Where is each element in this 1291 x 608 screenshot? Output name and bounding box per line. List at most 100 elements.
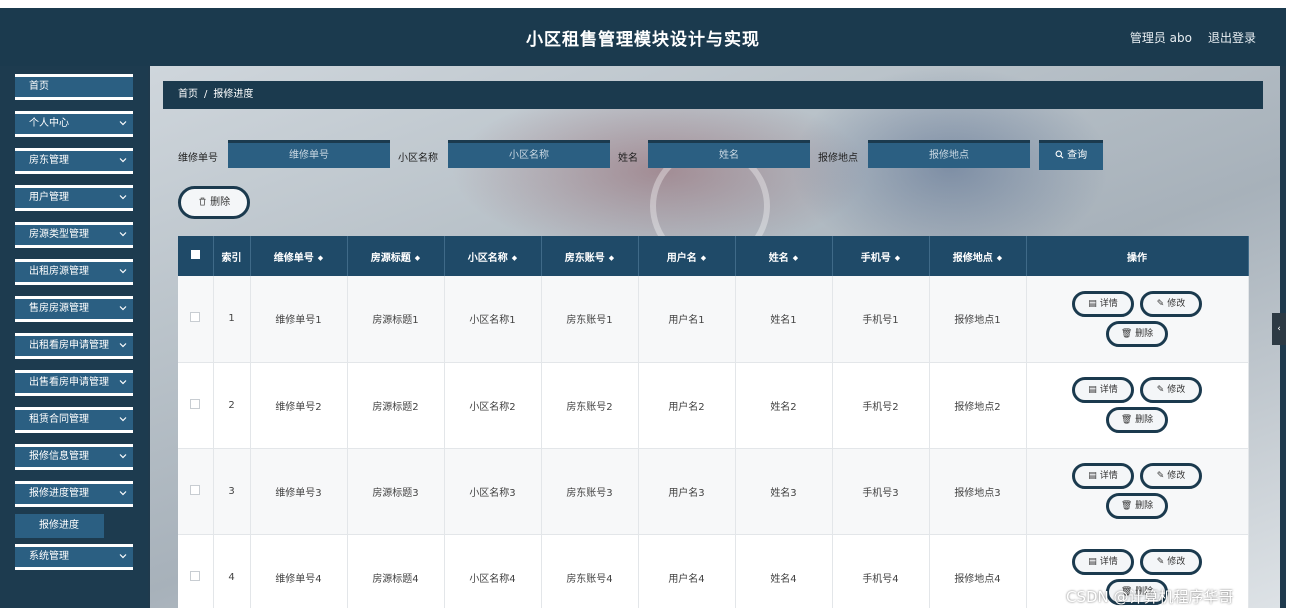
cell-index: 3 [213, 448, 251, 535]
delete-button[interactable]: 🗑 删除 [1106, 493, 1168, 519]
sidebar-item-rental-listings[interactable]: 出租房源管理 [15, 259, 133, 285]
sidebar-item-sale-viewing[interactable]: 出售看房申请管理 [15, 370, 133, 396]
sidebar-item-rental-viewing[interactable]: 出租看房申请管理 [15, 333, 133, 359]
watermark-text: CSDN @计算机程序华哥 [1066, 588, 1234, 606]
column-header-title[interactable]: 房源标题 ◆ [347, 236, 445, 276]
edit-button[interactable]: ✎ 修改 [1140, 549, 1202, 575]
cell-community: 小区名称4 [444, 534, 542, 608]
sidebar-item-label: 房源类型管理 [29, 229, 89, 240]
column-header-landlord[interactable]: 房东账号 ◆ [541, 236, 639, 276]
cell-username: 用户名3 [638, 448, 736, 535]
sort-icon[interactable]: ◆ [793, 254, 798, 262]
header-select-all[interactable] [178, 236, 214, 276]
doc-icon: ▤ [1088, 298, 1097, 309]
cell-index: 4 [213, 534, 251, 608]
table-row: 2 维修单号2 房源标题2 小区名称2 房东账号2 用户名2 姓名2 手机号2 … [178, 362, 1249, 449]
trash-icon: 🗑 [1120, 328, 1133, 339]
row-checkbox[interactable] [190, 398, 201, 409]
cell-order: 维修单号1 [250, 276, 348, 363]
trash-icon: 🗑 [1120, 501, 1133, 511]
sidebar-item-house-type[interactable]: 房源类型管理 [15, 222, 133, 248]
column-header-index: 索引 [213, 236, 251, 276]
pencil-icon: ✎ [1156, 385, 1165, 395]
doc-icon: ▤ [1088, 557, 1097, 567]
sort-icon[interactable]: ◆ [415, 254, 420, 262]
row-checkbox[interactable] [190, 484, 201, 495]
select-all-checkbox[interactable] [190, 250, 200, 259]
trash-icon [199, 197, 206, 206]
pencil-icon: ✎ [1156, 557, 1165, 567]
delete-button[interactable]: 🗑 删除 [1106, 407, 1168, 433]
chevron-down-icon [119, 269, 127, 274]
search-input-community[interactable] [448, 140, 610, 168]
chevron-down-icon [119, 232, 127, 237]
search-label-name: 姓名 [618, 153, 638, 164]
column-header-order[interactable]: 维修单号 ◆ [250, 236, 348, 276]
sidebar-item-lease-contract[interactable]: 租赁合同管理 [15, 407, 133, 433]
column-header-location[interactable]: 报修地点 ◆ [929, 236, 1027, 276]
chevron-down-icon [119, 554, 127, 559]
sidebar-item-sale-listings[interactable]: 售房房源管理 [15, 296, 133, 322]
cell-name: 姓名2 [735, 362, 833, 449]
sidebar-item-landlord[interactable]: 房东管理 [15, 148, 133, 174]
doc-icon: ▤ [1088, 471, 1097, 481]
chevron-down-icon [119, 454, 127, 459]
query-button[interactable]: 查询 [1039, 140, 1103, 170]
logout-link[interactable]: 退出登录 [1208, 29, 1256, 46]
sort-icon[interactable]: ◆ [997, 254, 1002, 262]
app-title: 小区租售管理模块设计与实现 [526, 30, 760, 50]
cell-location: 报修地点1 [929, 276, 1027, 363]
column-header-username[interactable]: 用户名 ◆ [638, 236, 736, 276]
collapse-handle[interactable]: ‹ [1272, 313, 1286, 345]
sidebar-item-repair-progress[interactable]: 报修进度管理 [15, 481, 133, 507]
column-header-name[interactable]: 姓名 ◆ [735, 236, 833, 276]
sort-icon[interactable]: ◆ [609, 254, 614, 262]
sidebar-item-repair-info[interactable]: 报修信息管理 [15, 444, 133, 470]
submenu-item-repair-progress[interactable]: 报修进度 [15, 514, 104, 538]
cell-phone: 手机号1 [832, 276, 930, 363]
chevron-down-icon [119, 158, 127, 163]
cell-landlord: 房东账号1 [541, 276, 639, 363]
search-input-location[interactable] [868, 140, 1030, 168]
batch-delete-button[interactable]: 删除 [178, 186, 250, 219]
edit-button[interactable]: ✎ 修改 [1140, 290, 1202, 317]
sidebar-item-system[interactable]: 系统管理 [15, 544, 133, 570]
pencil-icon: ✎ [1156, 471, 1165, 481]
edit-button[interactable]: ✎ 修改 [1140, 463, 1202, 489]
column-header-community[interactable]: 小区名称 ◆ [444, 236, 542, 276]
sidebar-item-home[interactable]: 首页 [15, 74, 133, 100]
cell-name: 姓名3 [735, 448, 833, 535]
chevron-down-icon [119, 121, 127, 126]
chevron-down-icon [119, 417, 127, 422]
sort-icon[interactable]: ◆ [895, 254, 900, 262]
cell-username: 用户名1 [638, 276, 736, 363]
trash-icon: 🗑 [1120, 415, 1133, 425]
row-checkbox[interactable] [190, 570, 201, 581]
chevron-down-icon [119, 343, 127, 348]
sidebar-item-personal-center[interactable]: 个人中心 [15, 111, 133, 137]
main-content: 首页 / 报修进度 维修单号 小区名称 姓名 报修地点 查询 删除 索引 [150, 66, 1280, 608]
doc-icon: ▤ [1088, 385, 1097, 395]
column-header-phone[interactable]: 手机号 ◆ [832, 236, 930, 276]
row-checkbox[interactable] [190, 312, 201, 323]
delete-button[interactable]: 🗑 删除 [1106, 320, 1168, 347]
cell-location: 报修地点2 [929, 362, 1027, 449]
detail-button[interactable]: ▤ 详情 [1072, 549, 1134, 575]
sidebar-item-label: 用户管理 [29, 192, 69, 203]
edit-button[interactable]: ✎ 修改 [1140, 377, 1202, 403]
sidebar-item-users[interactable]: 用户管理 [15, 185, 133, 211]
breadcrumb-home[interactable]: 首页 [178, 89, 198, 100]
current-user: 管理员 abo [1129, 31, 1192, 45]
top-header: 小区租售管理模块设计与实现 管理员 abo 退出登录 [0, 8, 1286, 66]
chevron-down-icon [119, 380, 127, 385]
sort-icon[interactable]: ◆ [701, 254, 706, 262]
search-input-order[interactable] [228, 140, 390, 168]
detail-button[interactable]: ▤ 详情 [1072, 377, 1134, 403]
detail-button[interactable]: ▤ 详情 [1072, 290, 1134, 317]
sort-icon[interactable]: ◆ [318, 254, 323, 262]
detail-button[interactable]: ▤ 详情 [1072, 463, 1134, 489]
sort-icon[interactable]: ◆ [512, 254, 517, 262]
search-input-name[interactable] [648, 140, 810, 168]
cell-location: 报修地点4 [929, 534, 1027, 608]
batch-delete-label: 删除 [210, 197, 231, 208]
